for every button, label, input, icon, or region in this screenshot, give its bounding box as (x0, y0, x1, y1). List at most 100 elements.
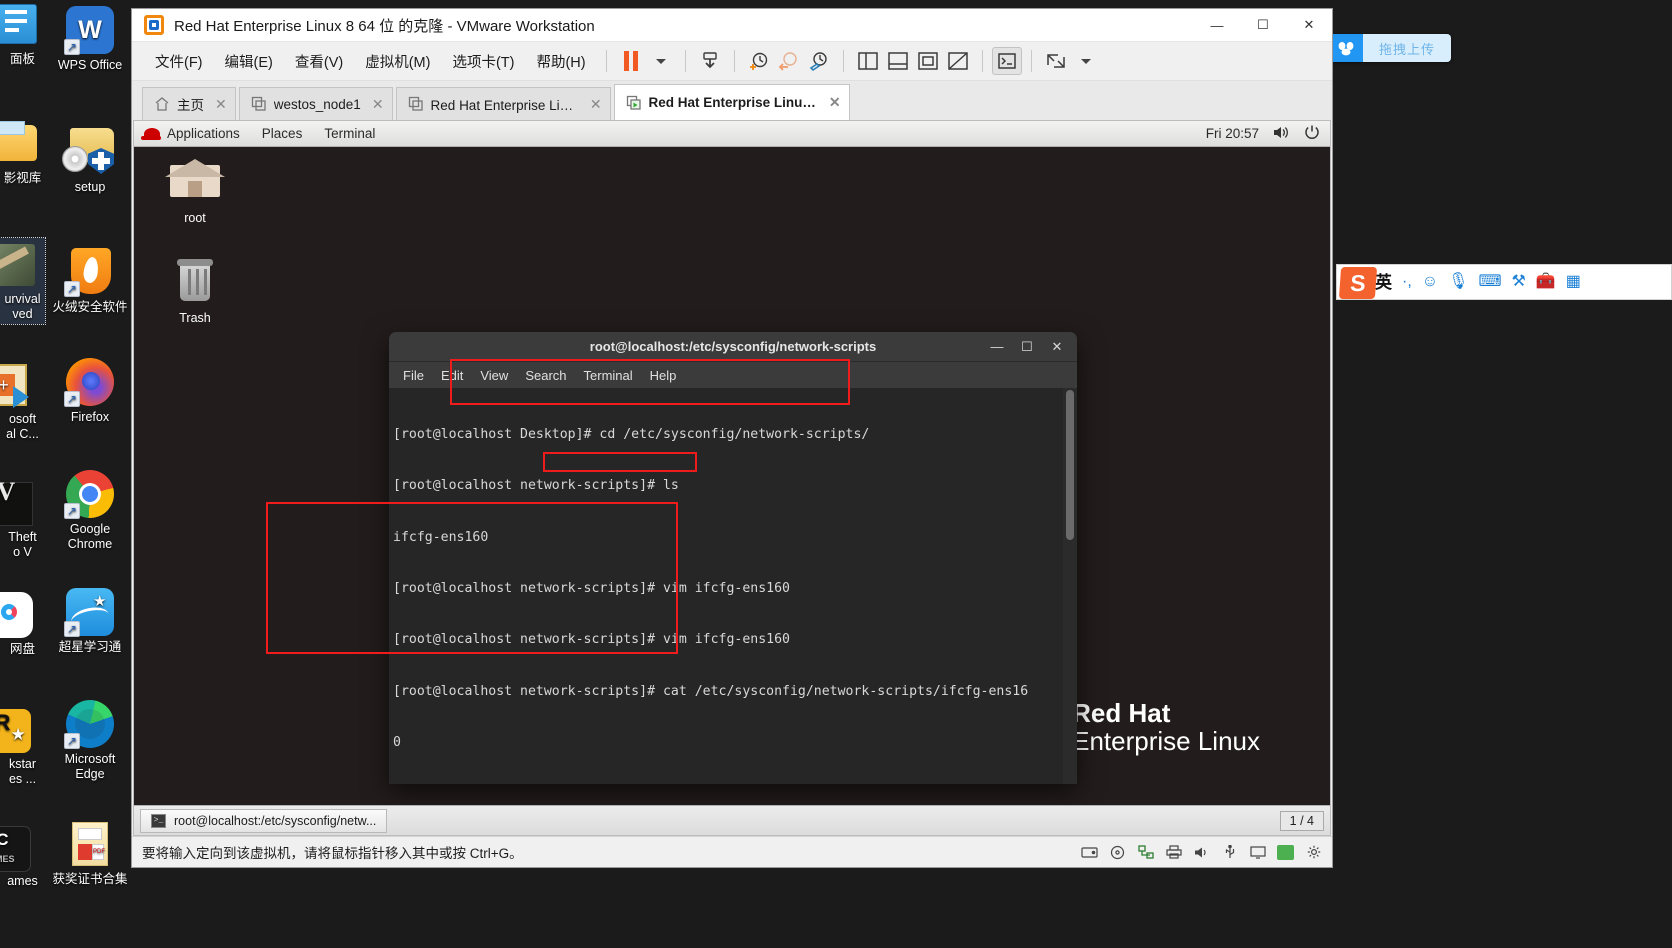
terminal-scrollbar[interactable] (1063, 388, 1077, 784)
desktop-icon-google-chrome[interactable]: ↗ Google Chrome (45, 470, 135, 552)
stretch-icon[interactable] (1041, 47, 1071, 75)
desktop-icon-visual-c[interactable]: + osoft al C... (0, 360, 45, 442)
desktop-icon-control-panel[interactable]: 面板 (0, 0, 45, 67)
menu-places[interactable]: Places (262, 126, 303, 141)
tab-home[interactable]: 主页 ✕ (142, 87, 236, 120)
gnome-desktop-icon-root[interactable]: root (156, 157, 234, 225)
desktop-icon-epic-games[interactable]: IC AMES ames (0, 822, 45, 889)
desktop-icon-certificates-folder[interactable]: PDF 获奖证书合集 (45, 820, 135, 887)
menu-applications[interactable]: Applications (141, 126, 240, 141)
desktop-icon-setup[interactable]: setup (45, 128, 135, 195)
desktop-icon-label: Firefox (70, 410, 110, 424)
terminal-menu-file[interactable]: File (403, 368, 424, 383)
desktop-icon-video-library[interactable]: 影视库 (0, 119, 45, 186)
terminal-output[interactable]: [root@localhost Desktop]# cd /etc/syscon… (389, 388, 1077, 784)
sogou-logo-icon[interactable]: S (1338, 267, 1378, 299)
tab-rhel8-running[interactable]: Red Hat Enterprise Linux 8 ... ✕ (613, 84, 850, 120)
menu-item-tabs[interactable]: 选项卡(T) (441, 47, 525, 76)
ime-mode-label[interactable]: 英 (1375, 274, 1392, 291)
pause-button[interactable] (616, 47, 646, 75)
terminal-close-button[interactable]: ✕ (1043, 335, 1071, 359)
terminal-maximize-button[interactable]: ☐ (1013, 335, 1041, 359)
maximize-button[interactable]: ☐ (1240, 9, 1286, 42)
power-icon[interactable] (1304, 124, 1320, 143)
baidu-netdisk-drag-upload-pill[interactable]: 拖拽上传 (1329, 34, 1451, 62)
menu-terminal[interactable]: Terminal (324, 126, 375, 141)
snapshot-manager-icon[interactable] (804, 47, 834, 75)
keyboard-icon[interactable]: ⌨ (1478, 274, 1501, 290)
tab-label: Red Hat Enterprise Linux 8 ... (648, 95, 818, 110)
tab-close-icon[interactable]: ✕ (215, 96, 227, 113)
settings-icon[interactable] (1305, 845, 1322, 860)
desktop-icon-firefox[interactable]: ↗ Firefox (45, 358, 135, 425)
menu-item-file[interactable]: 文件(F) (144, 47, 214, 76)
unity-mode-icon[interactable] (943, 47, 973, 75)
network-icon[interactable] (1137, 845, 1154, 860)
microphone-icon[interactable]: 🎙 (1448, 274, 1468, 290)
menu-item-help[interactable]: 帮助(H) (525, 47, 596, 76)
scrollbar-thumb[interactable] (1066, 390, 1074, 540)
desktop-icon-chaoxing[interactable]: ★ ↗ 超星学习通 (45, 588, 135, 655)
tools-icon[interactable]: ⚒ (1512, 274, 1526, 290)
gnome-desktop-icon-trash[interactable]: Trash (156, 257, 234, 325)
gnome-window-list-taskbar: >_ root@localhost:/etc/sysconfig/netw...… (134, 805, 1330, 835)
stretch-dropdown-caret-icon[interactable] (1071, 47, 1101, 75)
toolbar-separator (842, 50, 844, 72)
tab-close-icon[interactable]: ✕ (829, 94, 841, 111)
vm-guest-screen[interactable]: Applications Places Terminal Fri 20:57 r… (133, 120, 1331, 836)
trash-icon (166, 257, 224, 307)
full-screen-icon[interactable] (913, 47, 943, 75)
volume-icon[interactable] (1273, 125, 1290, 143)
hdd-icon[interactable] (1081, 845, 1098, 860)
panel-clock[interactable]: Fri 20:57 (1206, 126, 1259, 141)
box-icon[interactable]: 🧰 (1536, 274, 1556, 290)
desktop-icon-wps-office[interactable]: W ↗ WPS Office (45, 6, 135, 73)
huorong-security-icon: ↗ (64, 248, 114, 297)
vmware-device-icons (1081, 844, 1322, 860)
rhel-watermark-line1: Red Hat (1072, 697, 1171, 728)
snapshot-take-icon[interactable] (744, 47, 774, 75)
usb-icon[interactable] (1221, 845, 1238, 860)
close-button[interactable]: ✕ (1286, 9, 1332, 42)
desktop-icon-huorong-security[interactable]: ↗ 火绒安全软件 (45, 248, 135, 315)
printer-icon[interactable] (1165, 845, 1182, 860)
cd-icon[interactable] (1109, 845, 1126, 860)
minimize-button[interactable]: — (1194, 9, 1240, 42)
desktop-icon-baidu-netdisk[interactable]: 网盘 (0, 590, 45, 657)
console-view-icon[interactable] (991, 47, 1022, 75)
desktop-icon-rockstar-games[interactable]: R ★ kstar es ... (0, 705, 45, 787)
power-dropdown-caret-icon[interactable] (646, 47, 676, 75)
desktop-icon-microsoft-edge[interactable]: ↗ Microsoft Edge (45, 700, 135, 782)
vmware-tools-icon[interactable] (1277, 844, 1294, 860)
display-icon[interactable] (1249, 845, 1266, 860)
terminal-minimize-button[interactable]: — (983, 335, 1011, 359)
desktop-icon-gta-v[interactable]: V Theft o V (0, 478, 45, 560)
terminal-menu-help[interactable]: Help (650, 368, 677, 383)
tab-rhel8-clone-1[interactable]: Red Hat Enterprise Linux 8 64 位 ✕ (395, 87, 611, 120)
desktop-icon-label: Microsoft Edge (64, 752, 116, 781)
menu-item-vm[interactable]: 虚拟机(M) (354, 47, 441, 76)
grid-icon[interactable]: ▦ (1566, 274, 1581, 290)
snapshot-revert-icon[interactable] (774, 47, 804, 75)
menu-item-view[interactable]: 查看(V) (284, 47, 354, 76)
show-library-icon[interactable] (853, 47, 883, 75)
workspace-pager[interactable]: 1 / 4 (1279, 810, 1324, 831)
menu-item-edit[interactable]: 编辑(E) (214, 47, 284, 76)
emoji-icon[interactable]: ☺ (1422, 274, 1438, 290)
desktop-icon-survival-game[interactable]: urvival ved (0, 237, 46, 325)
gnome-terminal-window[interactable]: root@localhost:/etc/sysconfig/network-sc… (389, 332, 1077, 784)
terminal-menu-terminal[interactable]: Terminal (584, 368, 633, 383)
send-ctrl-alt-del-icon[interactable] (695, 47, 725, 75)
show-thumbnail-bar-icon[interactable] (883, 47, 913, 75)
sogou-ime-bar[interactable]: S 英 ·, ☺ 🎙 ⌨ ⚒ 🧰 ▦ (1336, 264, 1672, 300)
terminal-menu-view[interactable]: View (480, 368, 508, 383)
tab-close-icon[interactable]: ✕ (590, 96, 602, 113)
tab-close-icon[interactable]: ✕ (372, 96, 384, 113)
sound-icon[interactable] (1193, 845, 1210, 860)
terminal-menu-search[interactable]: Search (525, 368, 566, 383)
terminal-menu-edit[interactable]: Edit (441, 368, 463, 383)
tab-westos-node1[interactable]: westos_node1 ✕ (238, 87, 393, 120)
punctuation-icon[interactable]: ·, (1402, 274, 1412, 290)
terminal-title: root@localhost:/etc/sysconfig/network-sc… (589, 339, 877, 354)
taskbar-window-terminal[interactable]: >_ root@localhost:/etc/sysconfig/netw... (140, 808, 388, 833)
